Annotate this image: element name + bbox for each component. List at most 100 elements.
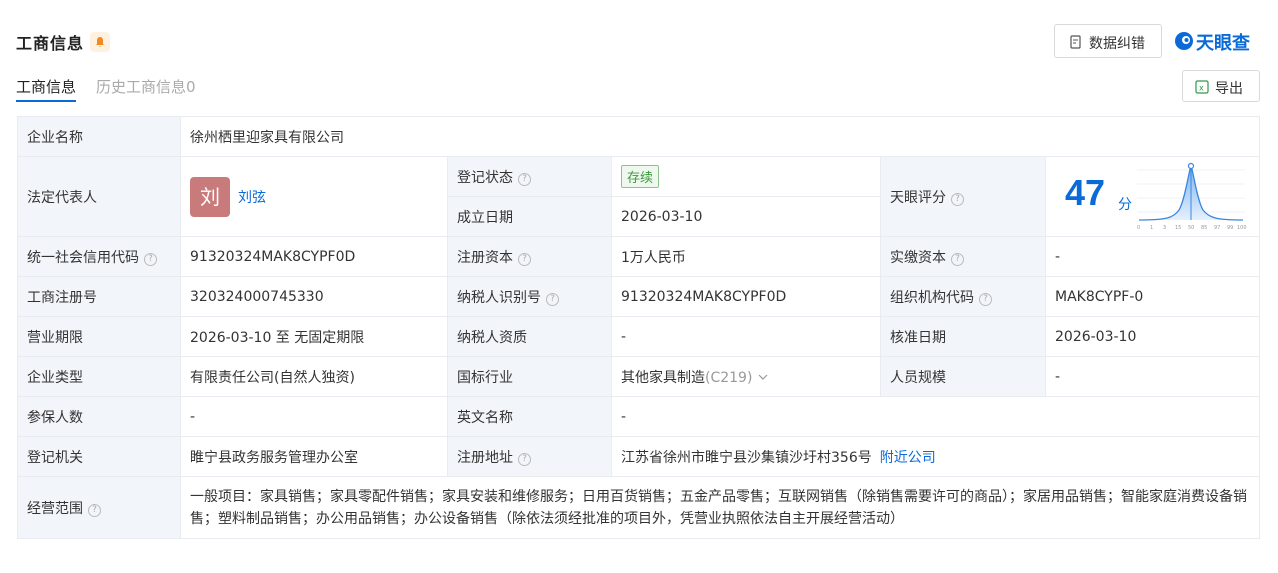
chevron-down-icon[interactable] [758,374,768,380]
taxpayer-qual-label: 纳税人资质 [447,316,612,357]
term-label: 营业期限 [17,316,181,357]
table-row: 参保人数 - 英文名称 - [17,396,1261,437]
taxpayer-id-label: 纳税人识别号 [457,289,541,306]
paid-capital-label: 实缴资本 [890,249,946,266]
export-label: 导出 [1215,80,1243,96]
export-button[interactable]: x 导出 [1182,70,1260,102]
status-badge: 存续 [621,165,660,188]
taxpayer-qual: - [611,316,881,357]
tab-history-business-info[interactable]: 历史工商信息0 [96,76,196,97]
help-icon[interactable]: ? [951,192,964,206]
score-tick: 50 [1188,225,1194,231]
help-icon[interactable]: ? [88,503,101,517]
table-row: 企业名称 徐州栖里迎家具有限公司 [17,116,1261,157]
taxpayer-id-label-cell: 纳税人识别号? [447,276,612,317]
table-row: 工商注册号 320324000745330 纳税人识别号? 91320324MA… [17,276,1261,317]
credit-code: 91320324MAK8CYPF0D [180,236,448,277]
score-tick: 3 [1163,225,1166,231]
score-distribution-chart: 0 1 3 15 50 85 97 99 100 [1137,162,1247,231]
reg-no: 320324000745330 [180,276,448,317]
score-unit: 分 [1118,196,1132,213]
svg-text:x: x [1199,84,1204,93]
document-edit-icon [1070,35,1081,49]
table-row: 登记机关 睢宁县政务服务管理办公室 注册地址? 江苏省徐州市睢宁县沙集镇沙圩村3… [17,436,1261,477]
reg-no-label: 工商注册号 [17,276,181,317]
industry-code: (C219) [705,369,753,386]
help-icon[interactable]: ? [144,252,157,266]
address-cell: 江苏省徐州市睢宁县沙集镇沙圩村356号 附近公司 [610,436,1261,477]
company-type: 有限责任公司(自然人独资) [180,356,448,397]
reg-capital-label-cell: 注册资本? [447,236,612,277]
org-code-label-cell: 组织机构代码? [880,276,1046,317]
data-correction-label: 数据纠错 [1089,35,1145,51]
industry: 其他家具制造 [621,369,705,386]
score-label: 天眼评分 [890,189,946,206]
credit-code-label: 统一社会信用代码 [27,249,139,266]
paid-capital-label-cell: 实缴资本? [880,236,1046,277]
score-tick: 99 [1227,225,1233,231]
score-widget[interactable]: 47 分 0 1 3 15 50 85 97 99 100 [1055,158,1250,236]
paid-capital: - [1044,236,1261,277]
help-icon[interactable]: ? [518,252,531,266]
help-icon[interactable]: ? [546,292,559,306]
reg-status-label-cell: 登记状态? [447,156,612,197]
org-code: MAK8CYPF-0 [1044,276,1261,317]
staff-label: 人员规模 [880,356,1046,397]
table-row: 经营范围? 一般项目：家具销售；家具零配件销售；家具安装和维修服务；日用百货销售… [17,476,1261,539]
score-value: 47 [1065,171,1106,213]
taxpayer-id: 91320324MAK8CYPF0D [611,276,881,317]
table-row: 统一社会信用代码? 91320324MAK8CYPF0D 注册资本? 1万人民币… [17,236,1261,277]
reg-capital-label: 注册资本 [457,249,513,266]
excel-icon: x [1195,80,1209,94]
approve-date: 2026-03-10 [1044,316,1261,357]
data-correction-button[interactable]: 数据纠错 [1054,24,1162,58]
table-row: 营业期限 2026-03-10 至 无固定期限 纳税人资质 - 核准日期 202… [17,316,1261,357]
section-header: 工商信息 数据纠错 天眼查 [16,24,1260,60]
en-name-label: 英文名称 [447,396,612,437]
score-tick: 100 [1237,225,1247,231]
score-tick: 85 [1201,225,1207,231]
company-name: 徐州栖里迎家具有限公司 [179,116,1261,157]
score-tick: 0 [1137,225,1140,231]
address-label: 注册地址 [457,449,513,466]
avatar[interactable]: 刘 [190,176,230,217]
score-tick: 1 [1150,225,1153,231]
table-row: 企业类型 有限责任公司(自然人独资) 国标行业 其他家具制造(C219) 人员规… [17,356,1261,397]
legal-rep-link[interactable]: 刘弦 [238,190,266,206]
scope-label-cell: 经营范围? [17,476,181,539]
section-title: 工商信息 [16,34,85,53]
found-date-label: 成立日期 [447,196,612,237]
found-date: 2026-03-10 [611,196,881,237]
address-label-cell: 注册地址? [447,436,612,477]
help-icon[interactable]: ? [979,292,992,306]
score-cell[interactable]: 47 分 0 1 3 15 50 85 97 99 100 [1044,156,1261,237]
score-label-cell: 天眼评分? [880,156,1046,237]
table-row: 法定代表人 刘刘弦 登记状态? 存续 天眼评分? 47 分 0 1 3 15 5… [17,156,1261,237]
legal-rep-cell: 刘刘弦 [180,156,448,237]
reg-status-label: 登记状态 [457,169,513,186]
reg-status-cell: 存续 [611,156,881,197]
logo-text: 天眼查 [1196,33,1250,54]
tab-business-info[interactable]: 工商信息 [16,76,77,102]
score-tick: 97 [1214,225,1220,231]
business-scope: 一般项目：家具销售；家具零配件销售；家具安装和维修服务；日用百货销售；五金产品零… [179,476,1261,539]
authority-label: 登记机关 [17,436,181,477]
business-info-table: 企业名称 徐州栖里迎家具有限公司 法定代表人 刘刘弦 登记状态? 存续 天眼评分… [17,116,1261,539]
org-code-label: 组织机构代码 [890,289,974,306]
help-icon[interactable]: ? [951,252,964,266]
help-icon[interactable]: ? [518,452,531,466]
authority: 睢宁县政务服务管理办公室 [180,436,448,477]
help-icon[interactable]: ? [518,172,531,186]
scope-label: 经营范围 [27,500,83,517]
nearby-companies-link[interactable]: 附近公司 [880,450,936,466]
bell-icon[interactable] [90,32,110,52]
address: 江苏省徐州市睢宁县沙集镇沙圩村356号 [621,449,872,466]
credit-code-label-cell: 统一社会信用代码? [17,236,181,277]
industry-cell[interactable]: 其他家具制造(C219) [611,356,881,397]
en-name: - [610,396,1261,437]
insured: - [180,396,448,437]
industry-label: 国标行业 [447,356,612,397]
insured-label: 参保人数 [17,396,181,437]
tianyancha-logo[interactable]: 天眼查 [1174,28,1260,54]
company-name-label: 企业名称 [17,116,181,157]
